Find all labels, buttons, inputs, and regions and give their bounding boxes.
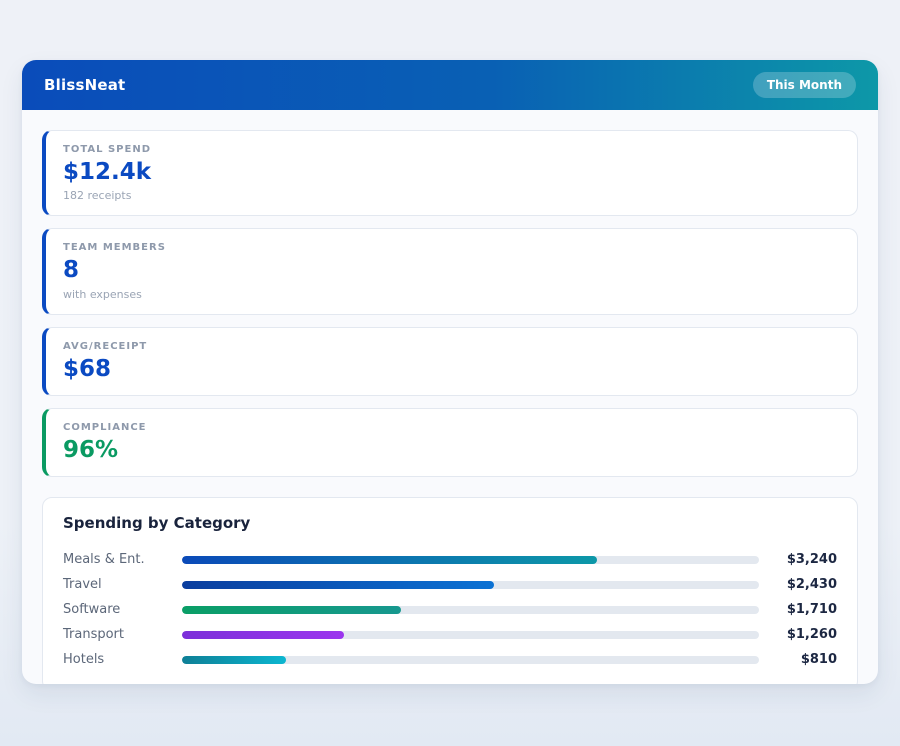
- category-value: $810: [759, 652, 837, 667]
- stat-value: 96%: [63, 438, 840, 463]
- stat-label: TEAM MEMBERS: [63, 242, 840, 253]
- category-label: Meals & Ent.: [63, 552, 182, 567]
- chart-row: Hotels $810: [63, 647, 837, 672]
- dashboard-panel: BlissNeat This Month TOTAL SPEND $12.4k 18…: [22, 60, 878, 684]
- bar-fill: [182, 581, 494, 589]
- stat-label: COMPLIANCE: [63, 422, 840, 433]
- bar-track: [182, 556, 759, 564]
- bar-fill: [182, 656, 286, 664]
- category-label: Software: [63, 602, 182, 617]
- stat-sublabel: with expenses: [63, 288, 840, 301]
- bar-track: [182, 581, 759, 589]
- category-label: Travel: [63, 577, 182, 592]
- category-value: $3,240: [759, 552, 837, 567]
- stat-value: $12.4k: [63, 160, 840, 185]
- chart-row: Travel $2,430: [63, 572, 837, 597]
- panel-content: TOTAL SPEND $12.4k 182 receipts TEAM MEMBER…: [22, 110, 878, 684]
- app-title: BlissNeat: [44, 76, 125, 94]
- category-value: $1,710: [759, 602, 837, 617]
- bar-track: [182, 631, 759, 639]
- spending-chart-card: Spending by Category Meals & Ent. $3,240 T…: [42, 497, 858, 684]
- stat-card: TOTAL SPEND $12.4k 182 receipts: [42, 130, 858, 216]
- chart-row: Transport $1,260: [63, 622, 837, 647]
- stat-value: $68: [63, 357, 840, 382]
- stat-value: 8: [63, 258, 840, 283]
- chart-row-list: Meals & Ent. $3,240 Travel $2,430 Software $1…: [63, 547, 837, 672]
- chart-row: Meals & Ent. $3,240: [63, 547, 837, 572]
- stat-card: AVG/RECEIPT $68: [42, 327, 858, 396]
- stat-label: AVG/RECEIPT: [63, 341, 840, 352]
- stat-card-list: TOTAL SPEND $12.4k 182 receipts TEAM MEMBER…: [42, 130, 858, 477]
- app-header: BlissNeat This Month: [22, 60, 878, 110]
- chart-title: Spending by Category: [63, 514, 837, 532]
- bar-track: [182, 606, 759, 614]
- category-value: $2,430: [759, 577, 837, 592]
- bar-fill: [182, 556, 597, 564]
- period-badge[interactable]: This Month: [753, 72, 856, 98]
- category-label: Transport: [63, 627, 182, 642]
- category-label: Hotels: [63, 652, 182, 667]
- stat-label: TOTAL SPEND: [63, 144, 840, 155]
- bar-fill: [182, 606, 401, 614]
- stat-card: COMPLIANCE 96%: [42, 408, 858, 477]
- category-value: $1,260: [759, 627, 837, 642]
- chart-row: Software $1,710: [63, 597, 837, 622]
- bar-fill: [182, 631, 344, 639]
- stat-card: TEAM MEMBERS 8 with expenses: [42, 228, 858, 314]
- stat-sublabel: 182 receipts: [63, 189, 840, 202]
- bar-track: [182, 656, 759, 664]
